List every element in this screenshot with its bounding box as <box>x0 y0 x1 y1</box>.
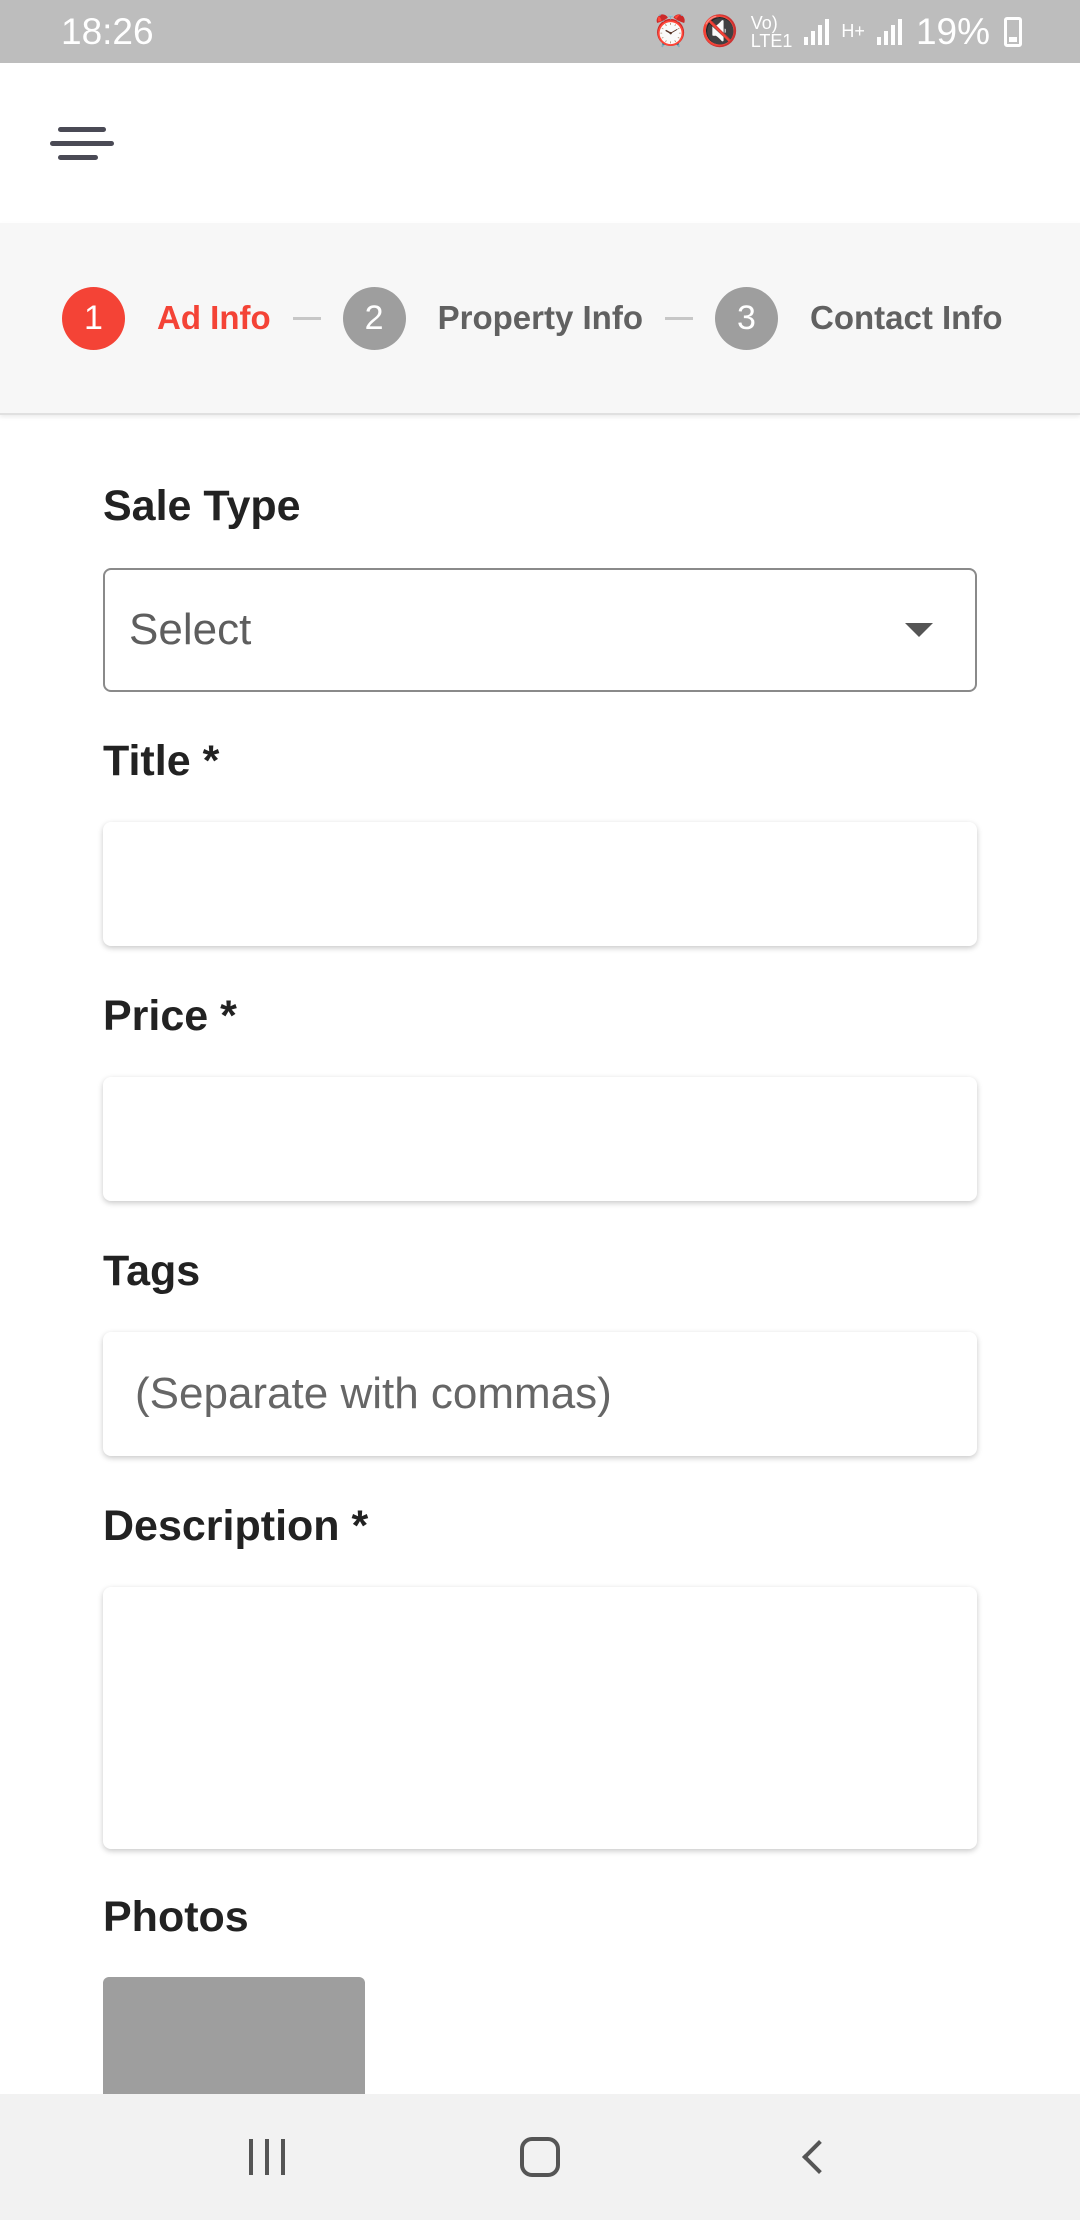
price-label: Price * <box>103 992 237 1040</box>
step-label: Ad Info <box>157 299 271 336</box>
battery-percent: 19% <box>915 10 990 52</box>
network-type-icon: H+ <box>841 21 865 41</box>
step-label: Property Info <box>437 299 643 336</box>
signal-icon <box>804 18 830 45</box>
system-navigation-bar <box>0 2094 1080 2220</box>
status-time: 18:26 <box>61 10 154 52</box>
description-textarea[interactable] <box>103 1587 977 1849</box>
mute-icon: 🔇 <box>701 15 739 48</box>
tags-label: Tags <box>103 1247 201 1295</box>
volte-icon: Vo) LTE1 <box>750 12 793 51</box>
title-input[interactable] <box>103 822 977 946</box>
step-property-info[interactable]: 2 Property Info <box>342 286 643 350</box>
stepper: 1 Ad Info 2 Property Info 3 Contact Info <box>0 223 1080 415</box>
step-number-badge: 2 <box>342 286 406 350</box>
sale-type-select[interactable]: Select <box>103 568 977 692</box>
hamburger-menu-icon[interactable] <box>50 113 130 173</box>
back-icon <box>802 2140 837 2174</box>
chevron-down-icon <box>905 623 933 637</box>
home-icon <box>519 2137 560 2177</box>
status-icons: ⏰ 🔇 Vo) LTE1 H+ 19% <box>652 11 1022 53</box>
back-button[interactable] <box>773 2117 853 2197</box>
photos-label: Photos <box>103 1893 249 1941</box>
sale-type-value: Select <box>129 605 252 654</box>
status-bar: 18:26 ⏰ 🔇 Vo) LTE1 H+ 19% <box>0 0 1080 63</box>
step-connector <box>292 316 321 320</box>
alarm-icon: ⏰ <box>652 15 690 48</box>
step-label: Contact Info <box>810 299 1003 336</box>
step-ad-info[interactable]: 1 Ad Info <box>62 286 271 350</box>
step-contact-info[interactable]: 3 Contact Info <box>715 286 1003 350</box>
step-number-badge: 3 <box>715 286 778 350</box>
title-label: Title * <box>103 737 220 785</box>
app-bar <box>0 63 1080 223</box>
battery-icon <box>1004 16 1022 47</box>
signal-icon <box>876 18 902 45</box>
sale-type-label: Sale Type <box>103 482 301 530</box>
tags-input[interactable] <box>103 1332 977 1456</box>
description-label: Description * <box>103 1502 369 1550</box>
step-number-badge: 1 <box>62 286 125 350</box>
recents-button[interactable] <box>227 2117 307 2197</box>
step-connector <box>665 316 693 320</box>
price-input[interactable] <box>103 1077 977 1201</box>
home-button[interactable] <box>500 2117 580 2197</box>
recents-icon <box>248 2139 285 2175</box>
